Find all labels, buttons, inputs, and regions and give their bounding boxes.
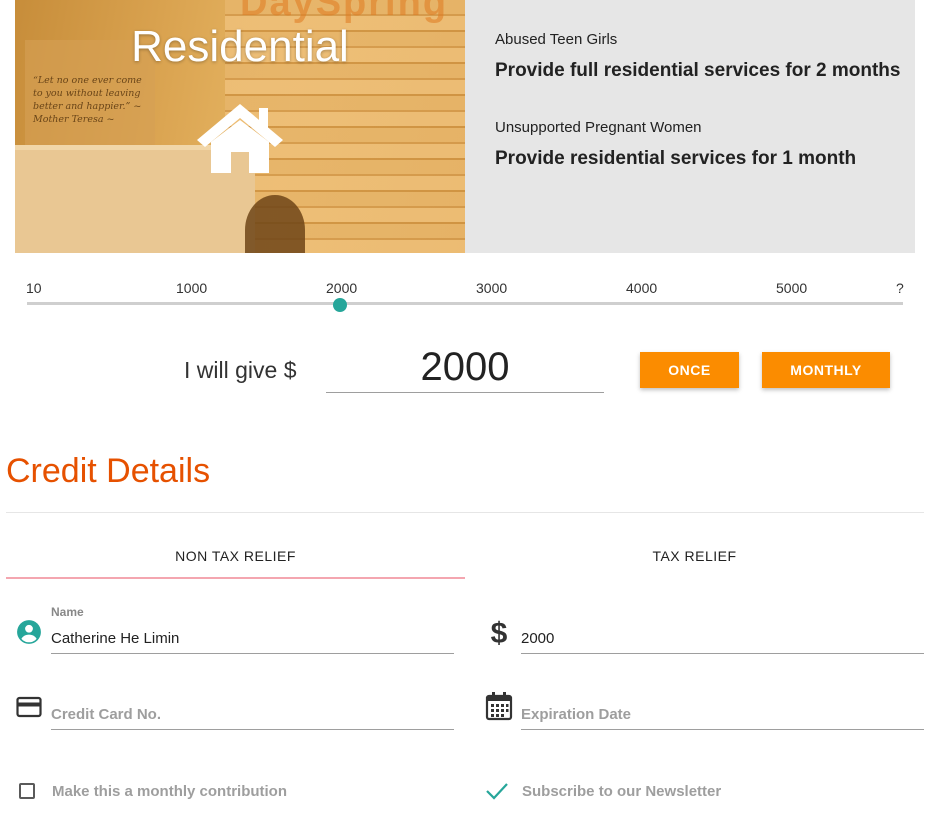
home-icon — [197, 104, 283, 173]
name-field[interactable] — [51, 624, 454, 654]
impact-description: Provide full residential services for 2 … — [495, 60, 901, 81]
photo-quote: “Let no one ever come to you without lea… — [33, 75, 142, 125]
monthly-contribution-label: Make this a monthly contribution — [52, 783, 288, 800]
impact-category: Abused Teen Girls — [495, 31, 618, 48]
slider-tick-label: 3000 — [476, 280, 508, 296]
credit-card-field[interactable] — [51, 700, 454, 730]
give-label: I will give $ — [184, 357, 297, 383]
divider — [6, 512, 924, 513]
impact-item-pregnant-women: Unsupported Pregnant Women Provide resid… — [495, 119, 856, 170]
credit-card-icon — [16, 696, 42, 718]
slider-tick-label: 2000 — [326, 280, 358, 296]
slider-tick-label: 4000 — [626, 280, 658, 296]
tab-non-tax-relief[interactable]: NON TAX RELIEF — [6, 548, 465, 564]
slider-tick-label: ? — [896, 280, 904, 296]
amount-field[interactable] — [521, 624, 924, 654]
name-label: Name — [51, 605, 84, 619]
monthly-contribution-checkbox[interactable] — [19, 783, 35, 799]
newsletter-label: Subscribe to our Newsletter — [522, 783, 722, 800]
slider-thumb[interactable] — [333, 298, 347, 312]
hero-banner: DaySpring “Let no one ever come to you w… — [15, 0, 915, 253]
give-amount-input[interactable] — [326, 347, 604, 393]
dollar-icon: $ — [491, 617, 508, 648]
impact-category: Unsupported Pregnant Women — [495, 119, 702, 136]
impact-item-teen-girls: Abused Teen Girls Provide full residenti… — [495, 31, 900, 82]
hero-title: Residential — [131, 22, 349, 71]
slider-tick-label: 1000 — [176, 280, 208, 296]
expiration-date-field[interactable] — [521, 700, 924, 730]
checkmark-icon[interactable] — [485, 781, 509, 801]
slider-track[interactable] — [27, 302, 903, 305]
slider-tick-label: 10 — [26, 280, 42, 296]
tab-tax-relief[interactable]: TAX RELIEF — [465, 548, 924, 564]
hero-photo: DaySpring “Let no one ever come to you w… — [15, 0, 465, 253]
impact-description: Provide residential services for 1 month — [495, 148, 857, 169]
calendar-icon — [485, 692, 513, 721]
once-button[interactable]: ONCE — [640, 352, 739, 388]
tab-indicator — [6, 577, 465, 579]
svg-text:$: $ — [491, 617, 508, 648]
slider-tick-label: 5000 — [776, 280, 808, 296]
credit-details-title: Credit Details — [6, 452, 211, 490]
account-circle-icon — [17, 620, 41, 644]
monthly-button[interactable]: MONTHLY — [762, 352, 890, 388]
